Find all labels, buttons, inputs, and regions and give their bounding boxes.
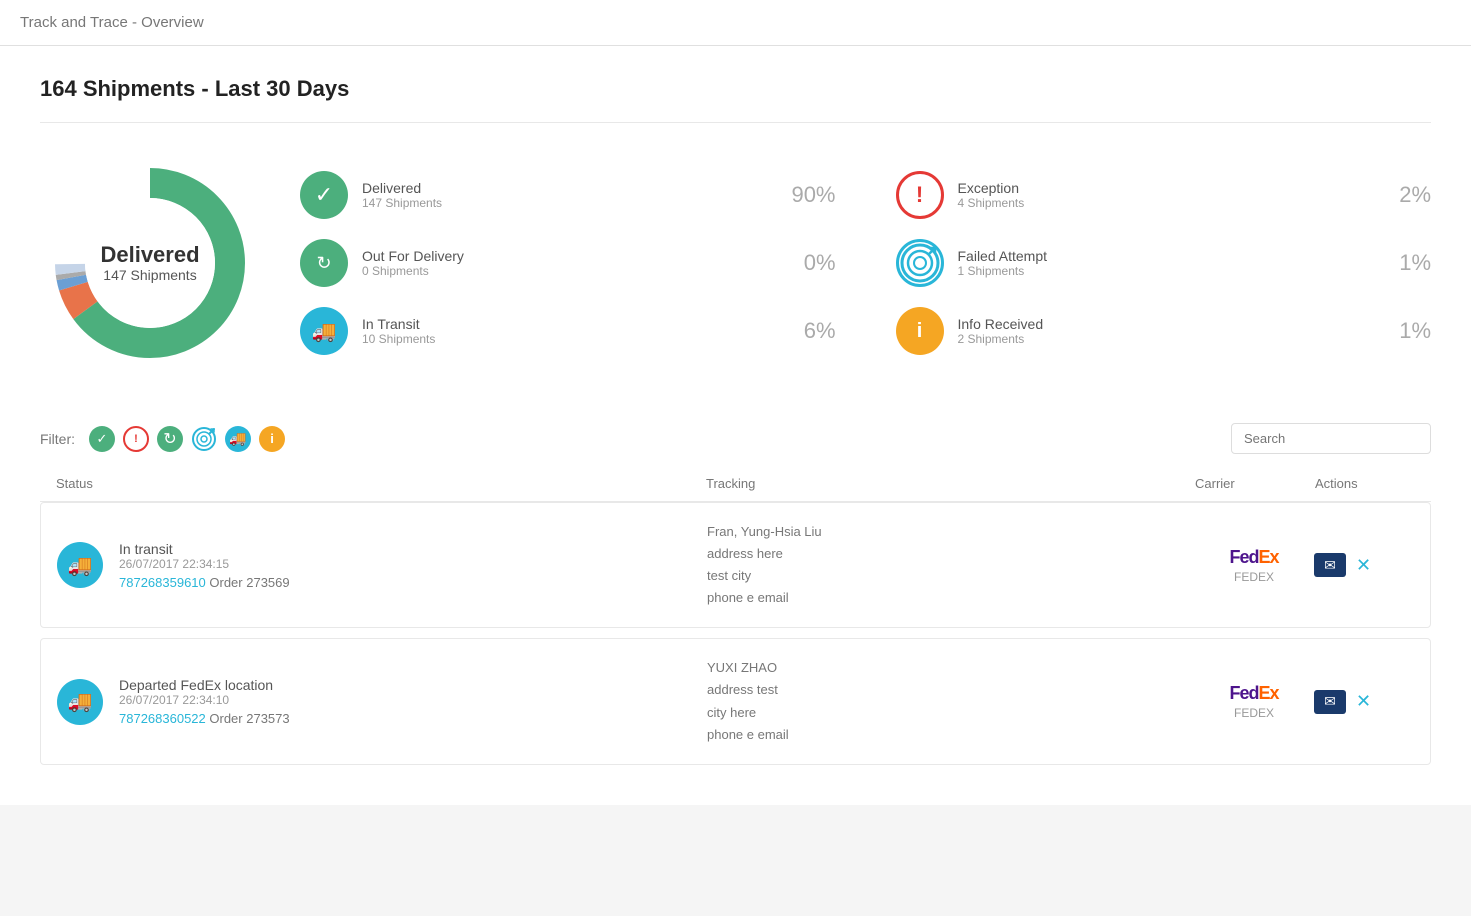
delivered-count: 147 Shipments (362, 196, 442, 210)
legend-item-out-for-delivery: ↻ Out For Delivery 0 Shipments 0% (300, 239, 836, 287)
info-received-percent: 1% (1376, 318, 1431, 344)
donut-center-sub: 147 Shipments (100, 267, 199, 283)
table-header: Status Tracking Carrier Actions (40, 466, 1431, 502)
legend-item-exception: ! Exception 4 Shipments 2% (896, 171, 1432, 219)
tracking-name-1: Fran, Yung-Hsia Liu (707, 521, 1194, 543)
filter-delivered-icon[interactable]: ✓ (89, 426, 115, 452)
filter-info-icon[interactable]: i (259, 426, 285, 452)
status-icon-1: 🚚 (57, 542, 103, 588)
chart-section: Delivered 147 Shipments ✓ Delivered 147 … (40, 153, 1431, 373)
out-for-delivery-icon: ↻ (300, 239, 348, 287)
donut-chart: Delivered 147 Shipments (40, 153, 260, 373)
shipments-title: 164 Shipments - Last 30 Days (40, 76, 1431, 102)
fedex-logo-2: FedEx (1194, 683, 1314, 704)
tracking-city-2: city here (707, 702, 1194, 724)
tracking-address-1: address here (707, 543, 1194, 565)
status-date-1: 26/07/2017 22:34:15 (119, 557, 290, 571)
tracking-name-2: YUXI ZHAO (707, 657, 1194, 679)
close-button-2[interactable]: ✕ (1356, 691, 1371, 712)
failed-attempt-percent: 1% (1376, 250, 1431, 276)
status-cell-1: 🚚 In transit 26/07/2017 22:34:15 7872683… (57, 541, 707, 590)
delivered-label: Delivered (362, 180, 442, 196)
filter-failed-icon[interactable] (191, 426, 217, 452)
table-row: 🚚 In transit 26/07/2017 22:34:15 7872683… (40, 502, 1431, 628)
actions-cell-1: ✉ ✕ (1314, 553, 1414, 577)
main-content: 164 Shipments - Last 30 Days Delivered (0, 46, 1471, 805)
legend-item-in-transit: 🚚 In Transit 10 Shipments 6% (300, 307, 836, 355)
actions-cell-2: ✉ ✕ (1314, 690, 1414, 714)
header-carrier: Carrier (1195, 476, 1315, 491)
carrier-name-2: FEDEX (1194, 706, 1314, 720)
tracking-contact-1: phone e email (707, 587, 1194, 609)
legend-grid: ✓ Delivered 147 Shipments 90% ! Exceptio… (300, 171, 1431, 355)
out-for-delivery-percent: 0% (781, 250, 836, 276)
delivered-percent: 90% (781, 182, 836, 208)
info-received-count: 2 Shipments (958, 332, 1044, 346)
filter-label: Filter: (40, 431, 75, 447)
exception-percent: 2% (1376, 182, 1431, 208)
info-received-icon: i (896, 307, 944, 355)
status-cell-2: 🚚 Departed FedEx location 26/07/2017 22:… (57, 677, 707, 726)
tracking-cell-1: Fran, Yung-Hsia Liu address here test ci… (707, 521, 1194, 609)
failed-attempt-label: Failed Attempt (958, 248, 1048, 264)
delivered-icon: ✓ (300, 171, 348, 219)
legend-item-info-received: i Info Received 2 Shipments 1% (896, 307, 1432, 355)
email-button-2[interactable]: ✉ (1314, 690, 1346, 714)
info-received-label: Info Received (958, 316, 1044, 332)
search-input[interactable] (1231, 423, 1431, 454)
in-transit-icon: 🚚 (300, 307, 348, 355)
table-row: 🚚 Departed FedEx location 26/07/2017 22:… (40, 638, 1431, 764)
failed-attempt-count: 1 Shipments (958, 264, 1048, 278)
status-name-1: In transit (119, 541, 290, 557)
filter-exception-icon[interactable]: ! (123, 426, 149, 452)
fedex-logo-1: FedEx (1194, 547, 1314, 568)
exception-count: 4 Shipments (958, 196, 1025, 210)
header-tracking: Tracking (706, 476, 1195, 491)
failed-attempt-icon (896, 239, 944, 287)
order-2: Order 273573 (209, 711, 289, 726)
header-actions: Actions (1315, 476, 1415, 491)
filter-section: Filter: ✓ ! ↻ 🚚 i (40, 423, 1431, 454)
carrier-cell-1: FedEx FEDEX (1194, 547, 1314, 584)
donut-center-label: Delivered (100, 243, 199, 267)
tracking-contact-2: phone e email (707, 724, 1194, 746)
tracking-num-2[interactable]: 787268360522 (119, 711, 206, 726)
status-name-2: Departed FedEx location (119, 677, 290, 693)
exception-label: Exception (958, 180, 1025, 196)
carrier-cell-2: FedEx FEDEX (1194, 683, 1314, 720)
filter-out-delivery-icon[interactable]: ↻ (157, 426, 183, 452)
filter-icons: Filter: ✓ ! ↻ 🚚 i (40, 426, 285, 452)
page-header: Track and Trace - Overview (0, 0, 1471, 46)
in-transit-count: 10 Shipments (362, 332, 435, 346)
page-title: Track and Trace - Overview (20, 14, 204, 31)
tracking-cell-2: YUXI ZHAO address test city here phone e… (707, 657, 1194, 745)
status-date-2: 26/07/2017 22:34:10 (119, 693, 290, 707)
filter-in-transit-icon[interactable]: 🚚 (225, 426, 251, 452)
tracking-address-2: address test (707, 679, 1194, 701)
close-button-1[interactable]: ✕ (1356, 555, 1371, 576)
carrier-name-1: FEDEX (1194, 570, 1314, 584)
status-icon-2: 🚚 (57, 679, 103, 725)
header-status: Status (56, 476, 706, 491)
tracking-city-1: test city (707, 565, 1194, 587)
in-transit-percent: 6% (781, 318, 836, 344)
out-for-delivery-count: 0 Shipments (362, 264, 464, 278)
legend-item-failed-attempt: Failed Attempt 1 Shipments 1% (896, 239, 1432, 287)
legend-item-delivered: ✓ Delivered 147 Shipments 90% (300, 171, 836, 219)
donut-center: Delivered 147 Shipments (100, 243, 199, 283)
divider (40, 122, 1431, 123)
tracking-num-1[interactable]: 787268359610 (119, 575, 206, 590)
exception-icon: ! (896, 171, 944, 219)
email-button-1[interactable]: ✉ (1314, 553, 1346, 577)
order-1: Order 273569 (209, 575, 289, 590)
out-for-delivery-label: Out For Delivery (362, 248, 464, 264)
in-transit-label: In Transit (362, 316, 435, 332)
